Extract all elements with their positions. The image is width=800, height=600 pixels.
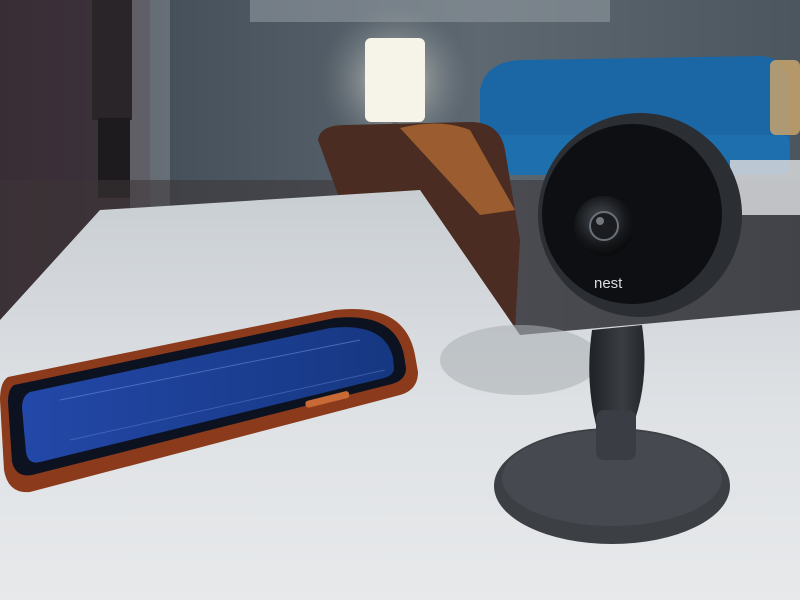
background-person xyxy=(92,0,132,198)
door-frame xyxy=(130,0,170,210)
camera-shadow xyxy=(440,325,600,395)
camera-brand-label: nest xyxy=(594,275,623,292)
photo-canvas: nest xyxy=(0,0,800,600)
photo-scene: nest xyxy=(0,0,800,600)
